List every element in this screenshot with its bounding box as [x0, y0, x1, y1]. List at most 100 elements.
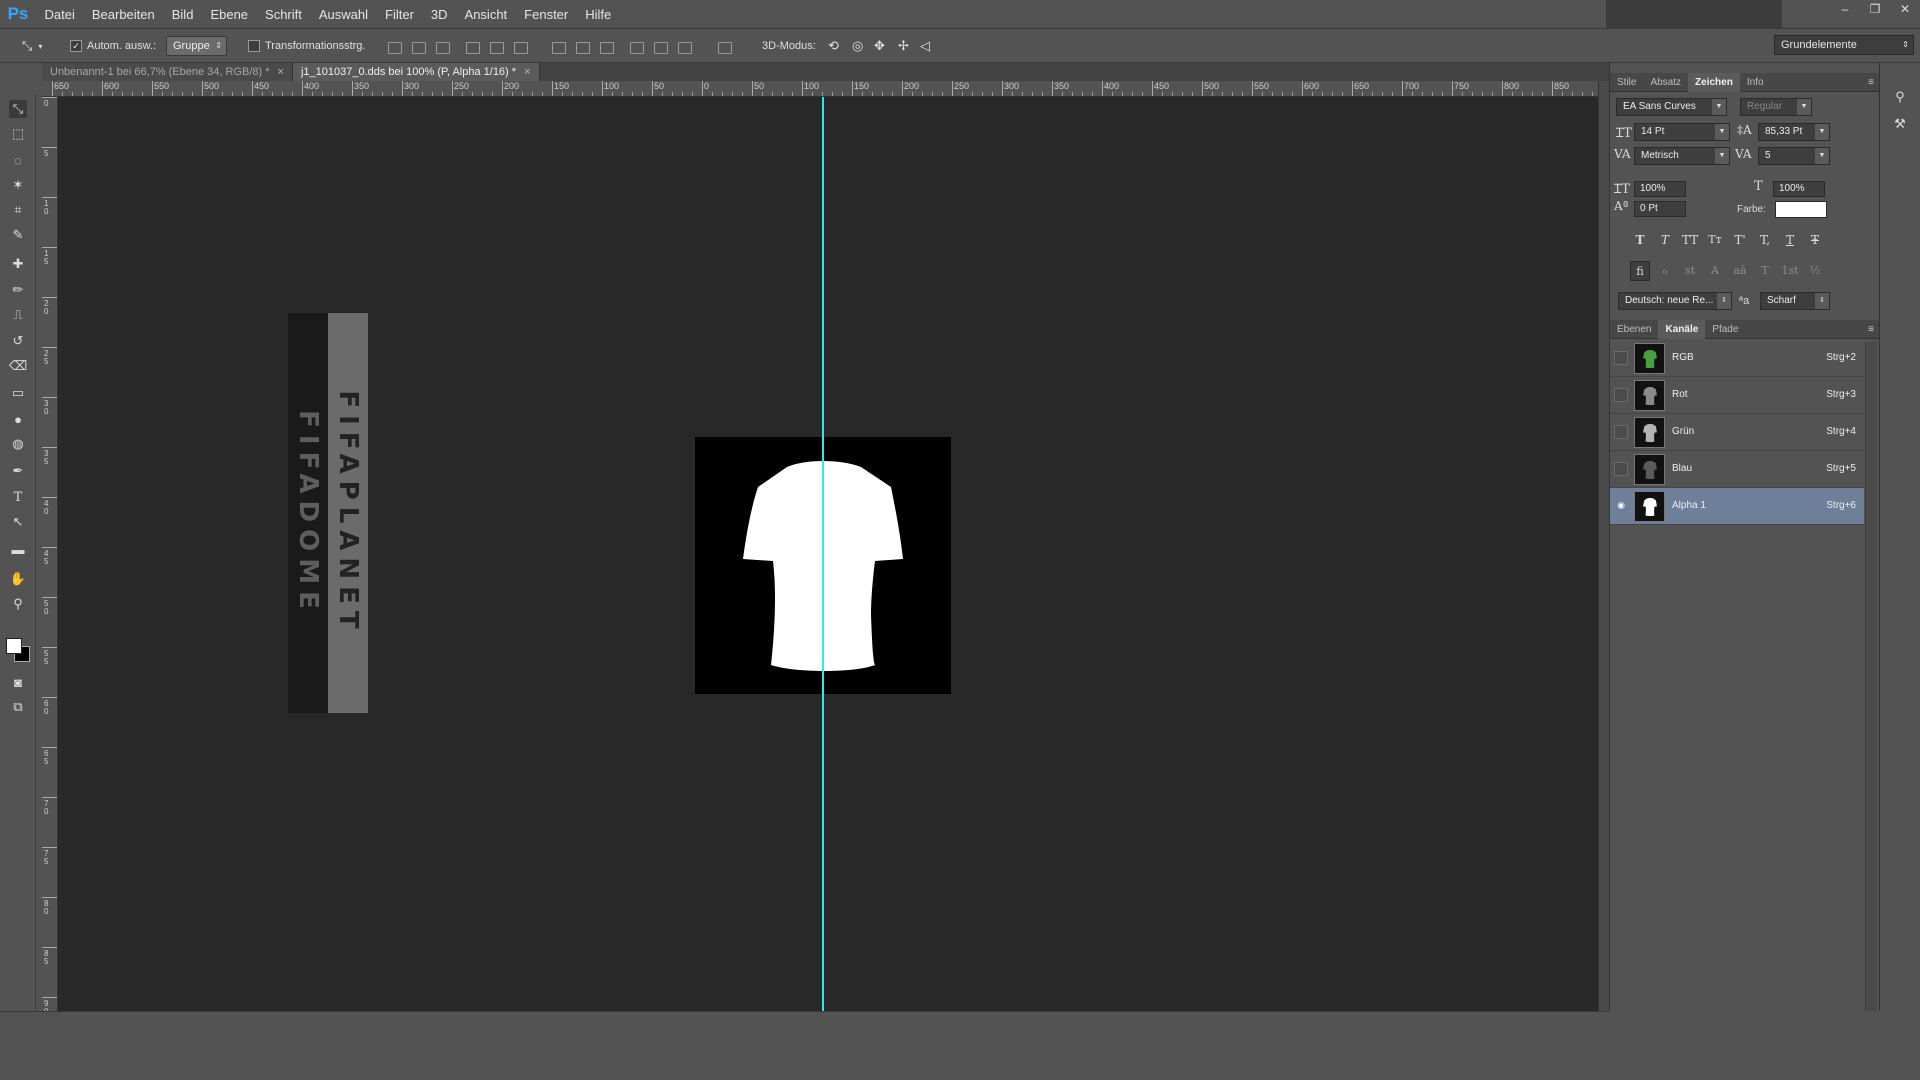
baseline-shift-field[interactable]: 0 Pt: [1634, 201, 1686, 217]
align-icon[interactable]: [600, 42, 614, 54]
brush-tool-icon[interactable]: ✏: [9, 281, 27, 299]
visibility-toggle[interactable]: [1614, 388, 1628, 402]
menu-datei[interactable]: Datei: [36, 7, 83, 22]
channel-row[interactable]: Grün Strg+4: [1610, 414, 1864, 451]
tab-pfade[interactable]: Pfade: [1705, 320, 1745, 339]
close-icon[interactable]: ×: [524, 66, 530, 78]
document-tab[interactable]: j1_101037_0.dds bei 100% (P, Alpha 1/16)…: [292, 63, 540, 81]
align-icon[interactable]: [514, 42, 528, 54]
opentype-button[interactable]: st: [1680, 261, 1700, 281]
menu-ansicht[interactable]: Ansicht: [456, 7, 516, 22]
align-icon[interactable]: [436, 42, 450, 54]
language-dropdown[interactable]: Deutsch: neue Re... ⇕: [1618, 292, 1732, 310]
channels-scrollbar[interactable]: [1865, 342, 1877, 1011]
kerning-field[interactable]: Metrisch ▼: [1634, 147, 1730, 165]
visibility-toggle[interactable]: ◉: [1614, 499, 1628, 513]
vertical-ruler[interactable]: 0 5 1 0 1 5 2 0 2 5 3 0 3 5 4 0 4 5 5 0 5 5 6 0 6 5 7 …: [42, 97, 58, 1011]
horizontal-scale-field[interactable]: 100%: [1773, 181, 1825, 197]
font-style-dropdown[interactable]: Regular ▼: [1740, 98, 1812, 116]
vertical-scrollbar[interactable]: [1598, 81, 1609, 1011]
tool-presets-icon[interactable]: ⚒: [1891, 115, 1909, 133]
restore-button[interactable]: ❐: [1860, 0, 1890, 18]
menu-auswahl[interactable]: Auswahl: [310, 7, 376, 22]
opentype-button[interactable]: T: [1755, 261, 1775, 281]
visibility-toggle[interactable]: [1614, 351, 1628, 365]
font-size-field[interactable]: 14 Pt ▼: [1634, 123, 1730, 141]
hand-tool-icon[interactable]: ✋: [9, 570, 27, 588]
brush-presets-icon[interactable]: ⚲: [1891, 88, 1909, 106]
healing-brush-tool-icon[interactable]: ✚: [9, 255, 27, 273]
visibility-toggle[interactable]: [1614, 425, 1628, 439]
font-style-button[interactable]: TT: [1680, 230, 1700, 250]
channel-row[interactable]: Rot Strg+3: [1610, 377, 1864, 414]
tab-zeichen[interactable]: Zeichen: [1688, 72, 1740, 92]
font-style-button[interactable]: T: [1780, 230, 1800, 250]
channel-row[interactable]: RGB Strg+2: [1610, 340, 1864, 377]
marquee-tool-icon[interactable]: ⬚: [9, 125, 27, 143]
channel-row[interactable]: ◉ Alpha 1 Strg+6: [1610, 488, 1864, 525]
tab-ebenen[interactable]: Ebenen: [1610, 320, 1658, 339]
magic-wand-tool-icon[interactable]: ✶: [9, 176, 27, 194]
mode-3d-icon[interactable]: ◎: [852, 36, 863, 56]
close-button[interactable]: ✕: [1890, 0, 1920, 18]
align-icon[interactable]: [490, 42, 504, 54]
transform-controls-option[interactable]: Transformationsstrg.: [248, 36, 365, 56]
eraser-tool-icon[interactable]: ⌫: [9, 357, 27, 375]
tool-preset-picker[interactable]: ⤡ ▾: [22, 36, 42, 56]
align-icon[interactable]: [654, 42, 668, 54]
align-icon[interactable]: [630, 42, 644, 54]
opentype-button[interactable]: ½: [1805, 261, 1825, 281]
lasso-tool-icon[interactable]: ◌: [9, 151, 27, 169]
opentype-button[interactable]: 1st: [1780, 261, 1800, 281]
mode-3d-icon[interactable]: ✢: [898, 36, 909, 56]
align-icon[interactable]: [576, 42, 590, 54]
mode-3d-icon[interactable]: ⟲: [828, 36, 839, 56]
font-style-button[interactable]: T,: [1755, 230, 1775, 250]
opentype-button[interactable]: A: [1705, 261, 1725, 281]
history-brush-tool-icon[interactable]: ↺: [9, 332, 27, 350]
align-icon[interactable]: [718, 42, 732, 54]
auto-select-checkbox[interactable]: ✓: [70, 40, 82, 52]
minimize-button[interactable]: –: [1830, 0, 1860, 18]
quick-mask-icon[interactable]: ◙: [9, 673, 27, 691]
align-icon[interactable]: [412, 42, 426, 54]
mode-3d-icon[interactable]: ◁: [920, 36, 930, 56]
vertical-scale-field[interactable]: 100%: [1634, 181, 1686, 197]
opentype-button[interactable]: aā: [1730, 261, 1750, 281]
menu-ebene[interactable]: Ebene: [202, 7, 257, 22]
tab-stile[interactable]: Stile: [1610, 73, 1643, 92]
transform-controls-checkbox[interactable]: [248, 40, 260, 52]
align-icon[interactable]: [552, 42, 566, 54]
pen-tool-icon[interactable]: ✒: [9, 462, 27, 480]
guide-line[interactable]: [822, 97, 824, 1011]
visibility-toggle[interactable]: [1614, 462, 1628, 476]
rectangle-tool-icon[interactable]: ▬: [9, 540, 27, 558]
opentype-button[interactable]: fi: [1630, 261, 1650, 281]
font-style-button[interactable]: Ŧ: [1805, 230, 1825, 250]
screen-mode-icon[interactable]: ⧉: [9, 698, 27, 716]
tab-absatz[interactable]: Absatz: [1643, 73, 1688, 92]
auto-select-option[interactable]: ✓ Autom. ausw.:: [70, 36, 156, 56]
menu-schrift[interactable]: Schrift: [257, 7, 311, 22]
font-style-button[interactable]: T: [1630, 230, 1650, 250]
menu-3d[interactable]: 3D: [422, 7, 456, 22]
align-icon[interactable]: [388, 42, 402, 54]
auto-select-dropdown[interactable]: Gruppe ⇕: [166, 36, 227, 56]
dodge-tool-icon[interactable]: ◍: [9, 435, 27, 453]
eyedropper-tool-icon[interactable]: ✎: [9, 226, 27, 244]
opentype-button[interactable]: ℴ: [1655, 261, 1675, 281]
gradient-tool-icon[interactable]: ▭: [9, 384, 27, 402]
panel-menu-icon[interactable]: ≡: [1868, 320, 1874, 339]
tab-kanle[interactable]: Kanäle: [1658, 319, 1706, 339]
menu-fenster[interactable]: Fenster: [516, 7, 577, 22]
panel-menu-icon[interactable]: ≡: [1868, 73, 1874, 92]
clone-stamp-tool-icon[interactable]: ⎍: [9, 306, 27, 324]
document-tab[interactable]: Unbenannt-1 bei 66,7% (Ebene 34, RGB/8) …: [42, 63, 293, 81]
path-selection-tool-icon[interactable]: ↖: [9, 513, 27, 531]
align-icon[interactable]: [678, 42, 692, 54]
close-icon[interactable]: ×: [278, 66, 284, 78]
mode-3d-icon[interactable]: ✥: [874, 36, 885, 56]
move-tool-icon[interactable]: ⤡: [9, 100, 27, 118]
channel-row[interactable]: Blau Strg+5: [1610, 451, 1864, 488]
menu-hilfe[interactable]: Hilfe: [577, 7, 620, 22]
